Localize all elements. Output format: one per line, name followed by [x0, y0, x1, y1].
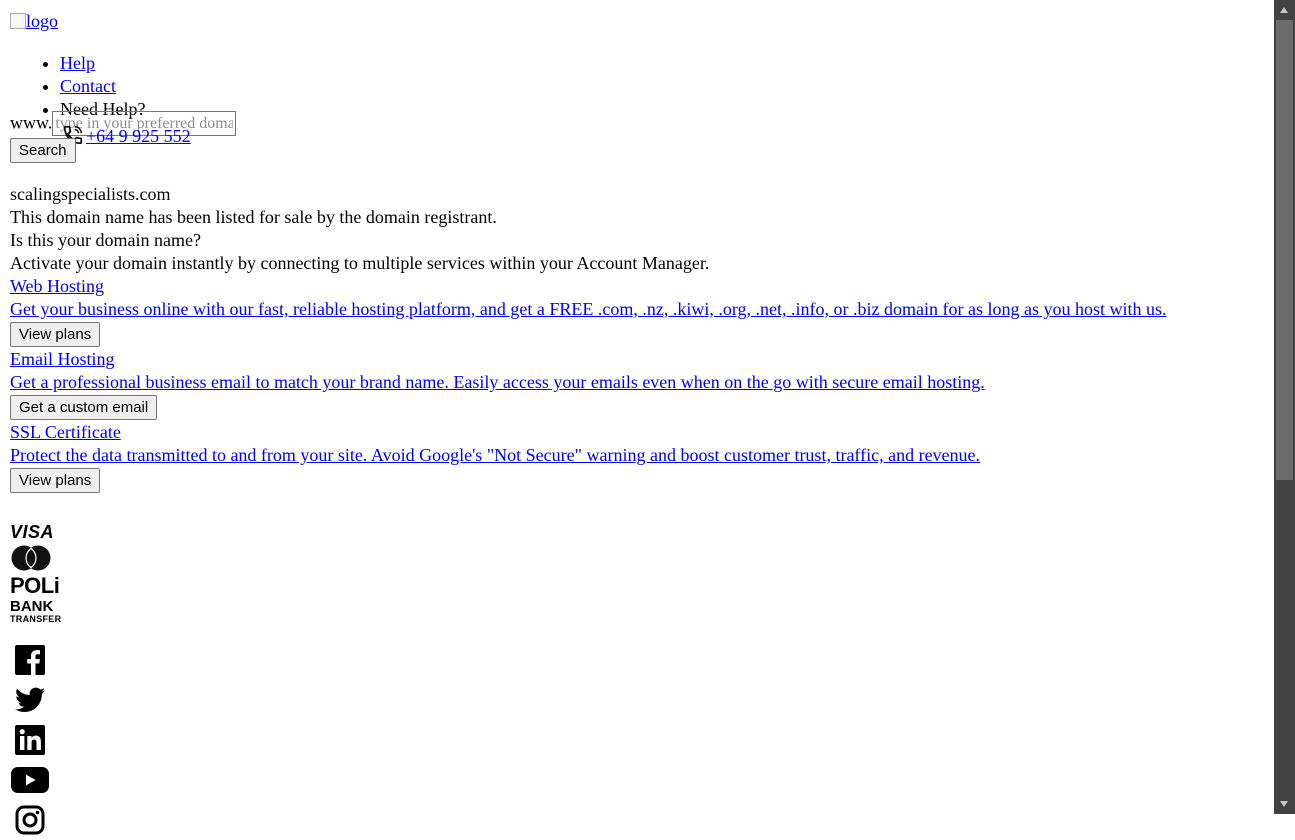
mastercard-logo	[10, 543, 61, 573]
logo-link[interactable]: logo	[10, 10, 58, 32]
phone-number: +64 9 925 552	[86, 126, 191, 146]
visa-logo: VISA	[10, 522, 55, 542]
custom-email-button[interactable]: Get a custom email	[10, 395, 158, 420]
social-links	[10, 640, 50, 840]
twitter-icon	[15, 687, 45, 712]
facebook-link[interactable]	[10, 640, 50, 680]
nav-item-help: Help	[60, 52, 145, 75]
ssl-title-link[interactable]: SSL Certificate	[10, 422, 121, 442]
activate-text: Activate your domain instantly by connec…	[10, 253, 710, 273]
broken-image-icon	[10, 13, 26, 29]
ownership-question: Is this your domain name?	[10, 230, 201, 250]
linkedin-link[interactable]	[10, 720, 50, 760]
instagram-link[interactable]	[10, 800, 50, 840]
scroll-down-arrow-icon[interactable]	[1280, 801, 1288, 807]
search-button[interactable]: Search	[10, 138, 76, 163]
nav-item-contact: Contact	[60, 75, 145, 98]
contact-link[interactable]: Contact	[60, 76, 116, 96]
email-hosting-title-link[interactable]: Email Hosting	[10, 349, 115, 369]
web-hosting-description-link[interactable]: Get your business online with our fast, …	[10, 299, 1167, 319]
service-email-hosting: Email Hosting Get a professional busines…	[10, 348, 1250, 420]
help-link[interactable]: Help	[60, 53, 95, 73]
vertical-scrollbar[interactable]	[1274, 0, 1295, 814]
bank-transfer-logo: BANK TRANSFER	[10, 598, 62, 624]
phone-link[interactable]: +64 9 925 552	[62, 124, 191, 147]
email-hosting-description-link[interactable]: Get a professional business email to mat…	[10, 372, 985, 392]
youtube-link[interactable]	[10, 760, 50, 800]
linkedin-icon	[15, 725, 45, 755]
scroll-up-arrow-icon[interactable]	[1280, 7, 1288, 13]
for-sale-text: This domain name has been listed for sal…	[10, 207, 497, 227]
youtube-icon	[11, 767, 49, 793]
web-hosting-title-link[interactable]: Web Hosting	[10, 276, 104, 296]
service-web-hosting: Web Hosting Get your business online wit…	[10, 275, 1250, 347]
poli-logo: POLi	[10, 573, 60, 598]
service-ssl-certificate: SSL Certificate Protect the data transmi…	[10, 421, 1250, 493]
scrollbar-thumb[interactable]	[1276, 20, 1293, 480]
www-prefix: www.	[10, 112, 53, 133]
main-content: scalingspecialists.com This domain name …	[10, 183, 1250, 494]
logo-alt-text: logo	[26, 11, 59, 31]
web-hosting-view-plans-button[interactable]: View plans	[10, 322, 101, 347]
ssl-view-plans-button[interactable]: View plans	[10, 468, 101, 493]
twitter-link[interactable]	[10, 680, 50, 720]
domain-name: scalingspecialists.com	[10, 184, 171, 204]
ssl-description-link[interactable]: Protect the data transmitted to and from…	[10, 445, 980, 465]
instagram-icon	[15, 805, 45, 835]
payment-methods: VISA POLi BANK TRANSFER	[10, 521, 61, 624]
facebook-icon	[15, 645, 45, 675]
